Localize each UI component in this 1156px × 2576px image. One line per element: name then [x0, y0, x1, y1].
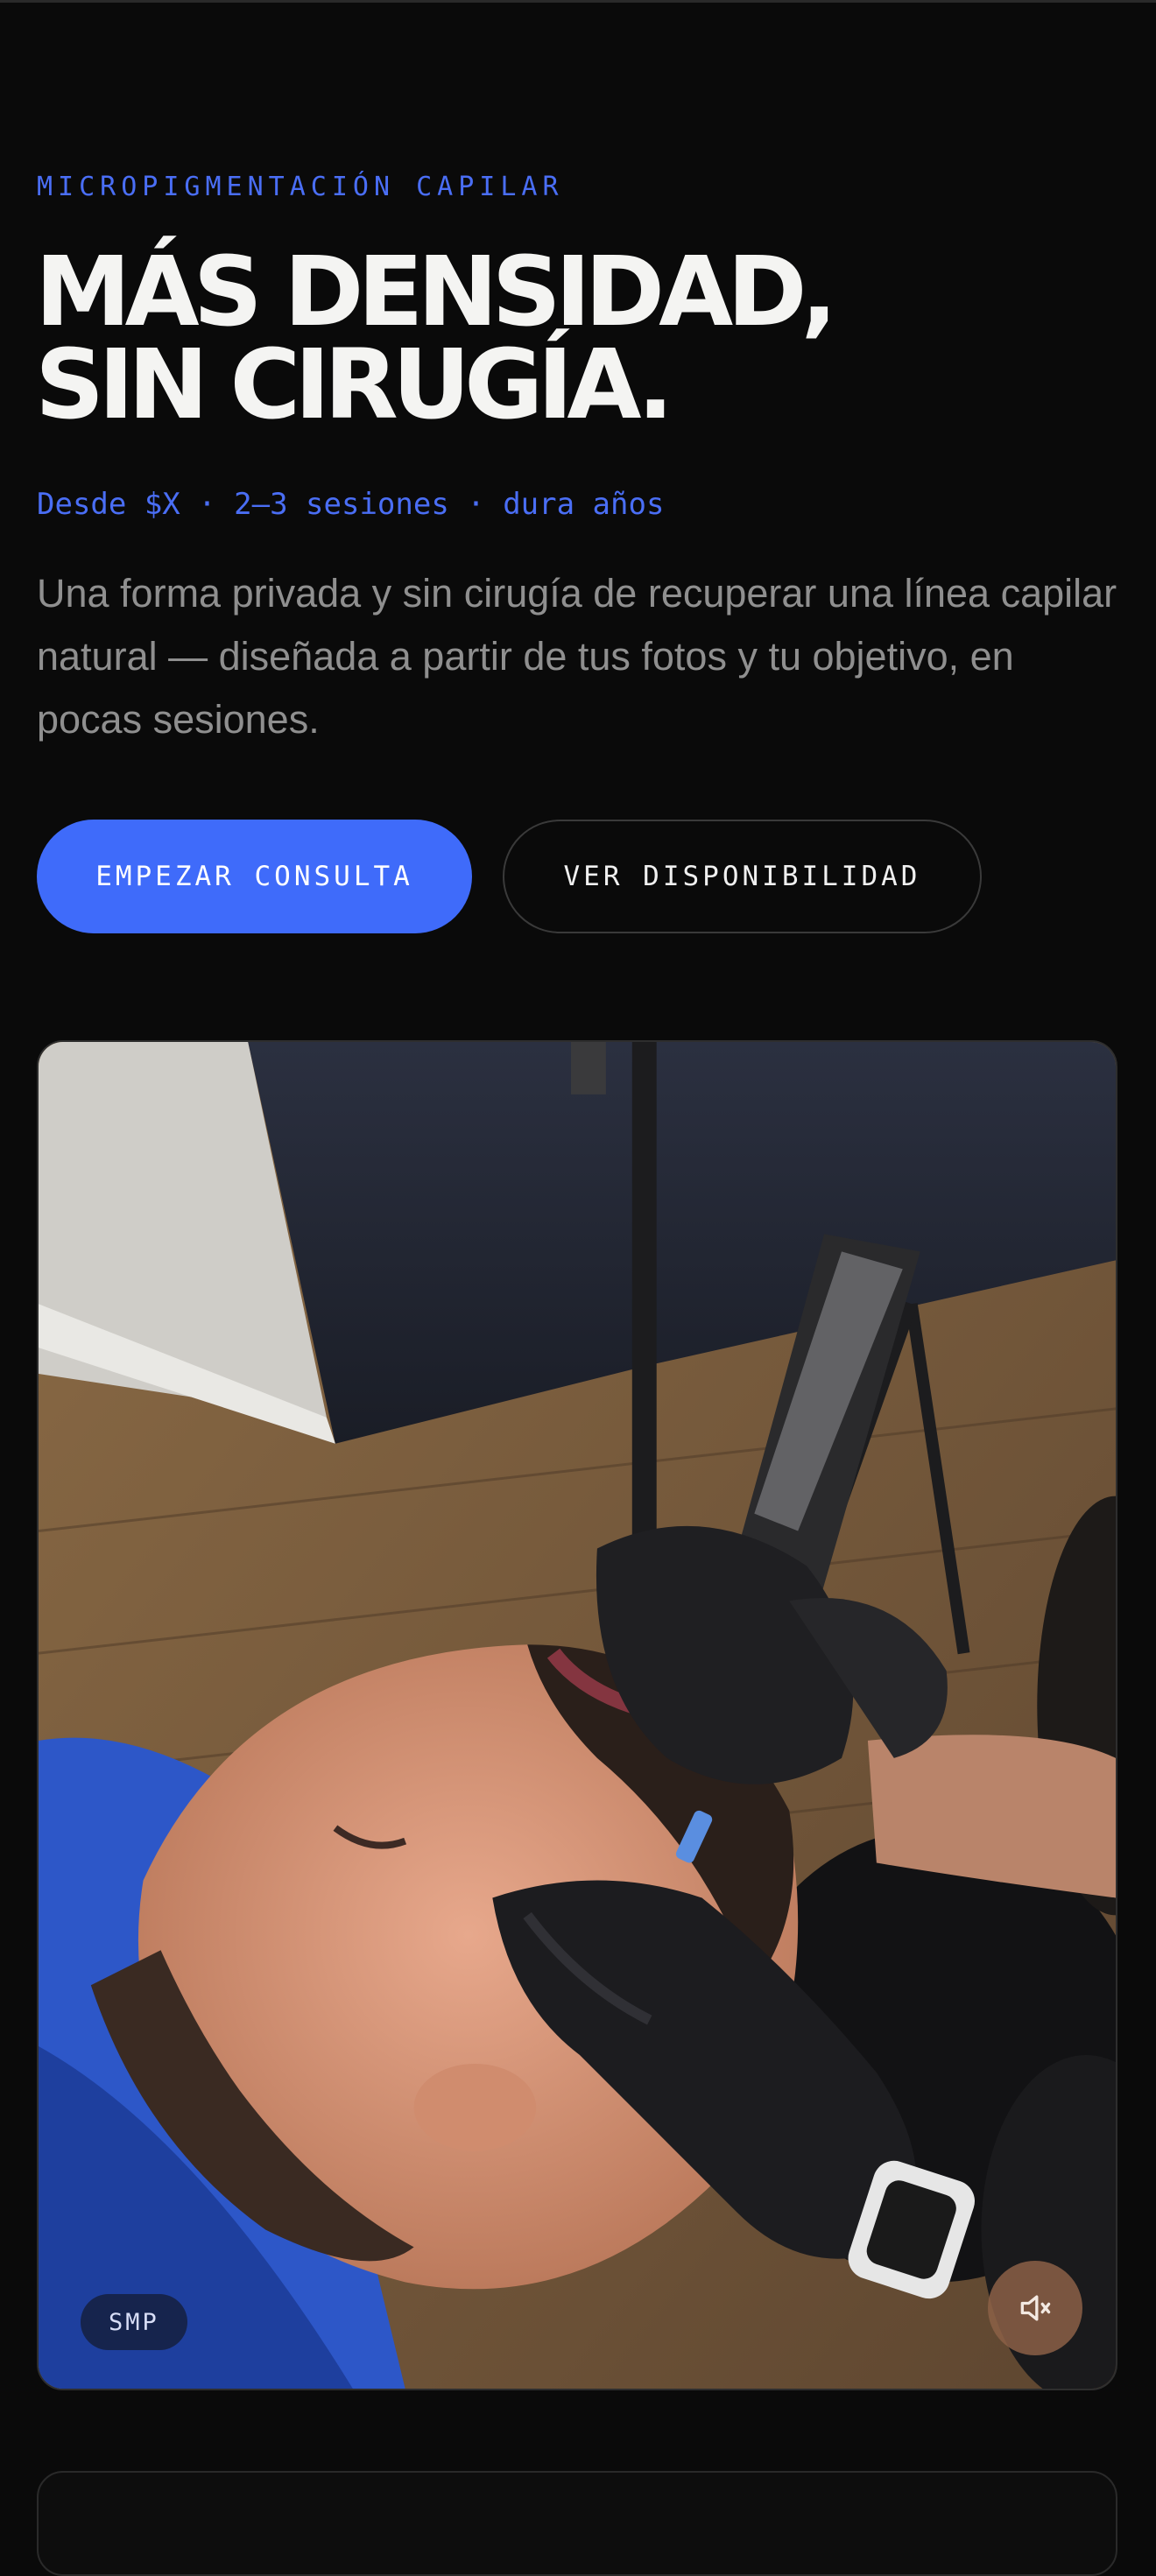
- hero-title-line-2: SIN CIRUGÍA.: [35, 328, 673, 440]
- hero-video[interactable]: SMP: [37, 1040, 1117, 2390]
- video-frame: [39, 1042, 1116, 2389]
- hero-title: MÁS DENSIDAD, SIN CIRUGÍA.: [35, 236, 837, 440]
- next-section-card: [37, 2471, 1117, 2576]
- view-availability-button[interactable]: VER DISPONIBILIDAD: [503, 820, 982, 933]
- mute-toggle-button[interactable]: [988, 2261, 1082, 2355]
- speaker-muted-icon: [1020, 2295, 1051, 2321]
- hero-title-line-1: MÁS DENSIDAD,: [35, 236, 837, 348]
- hero-eyebrow: MICROPIGMENTACIÓN CAPILAR: [37, 172, 564, 202]
- hero-meta: Desde $X · 2–3 sesiones · dura años: [37, 487, 665, 522]
- view-availability-label: VER DISPONIBILIDAD: [563, 861, 921, 892]
- media-badge: SMP: [81, 2294, 187, 2350]
- start-consultation-button[interactable]: EMPEZAR CONSULTA: [37, 820, 472, 933]
- top-divider: [0, 0, 1156, 3]
- start-consultation-label: EMPEZAR CONSULTA: [95, 861, 413, 892]
- hero-description: Una forma privada y sin cirugía de recup…: [37, 571, 1117, 742]
